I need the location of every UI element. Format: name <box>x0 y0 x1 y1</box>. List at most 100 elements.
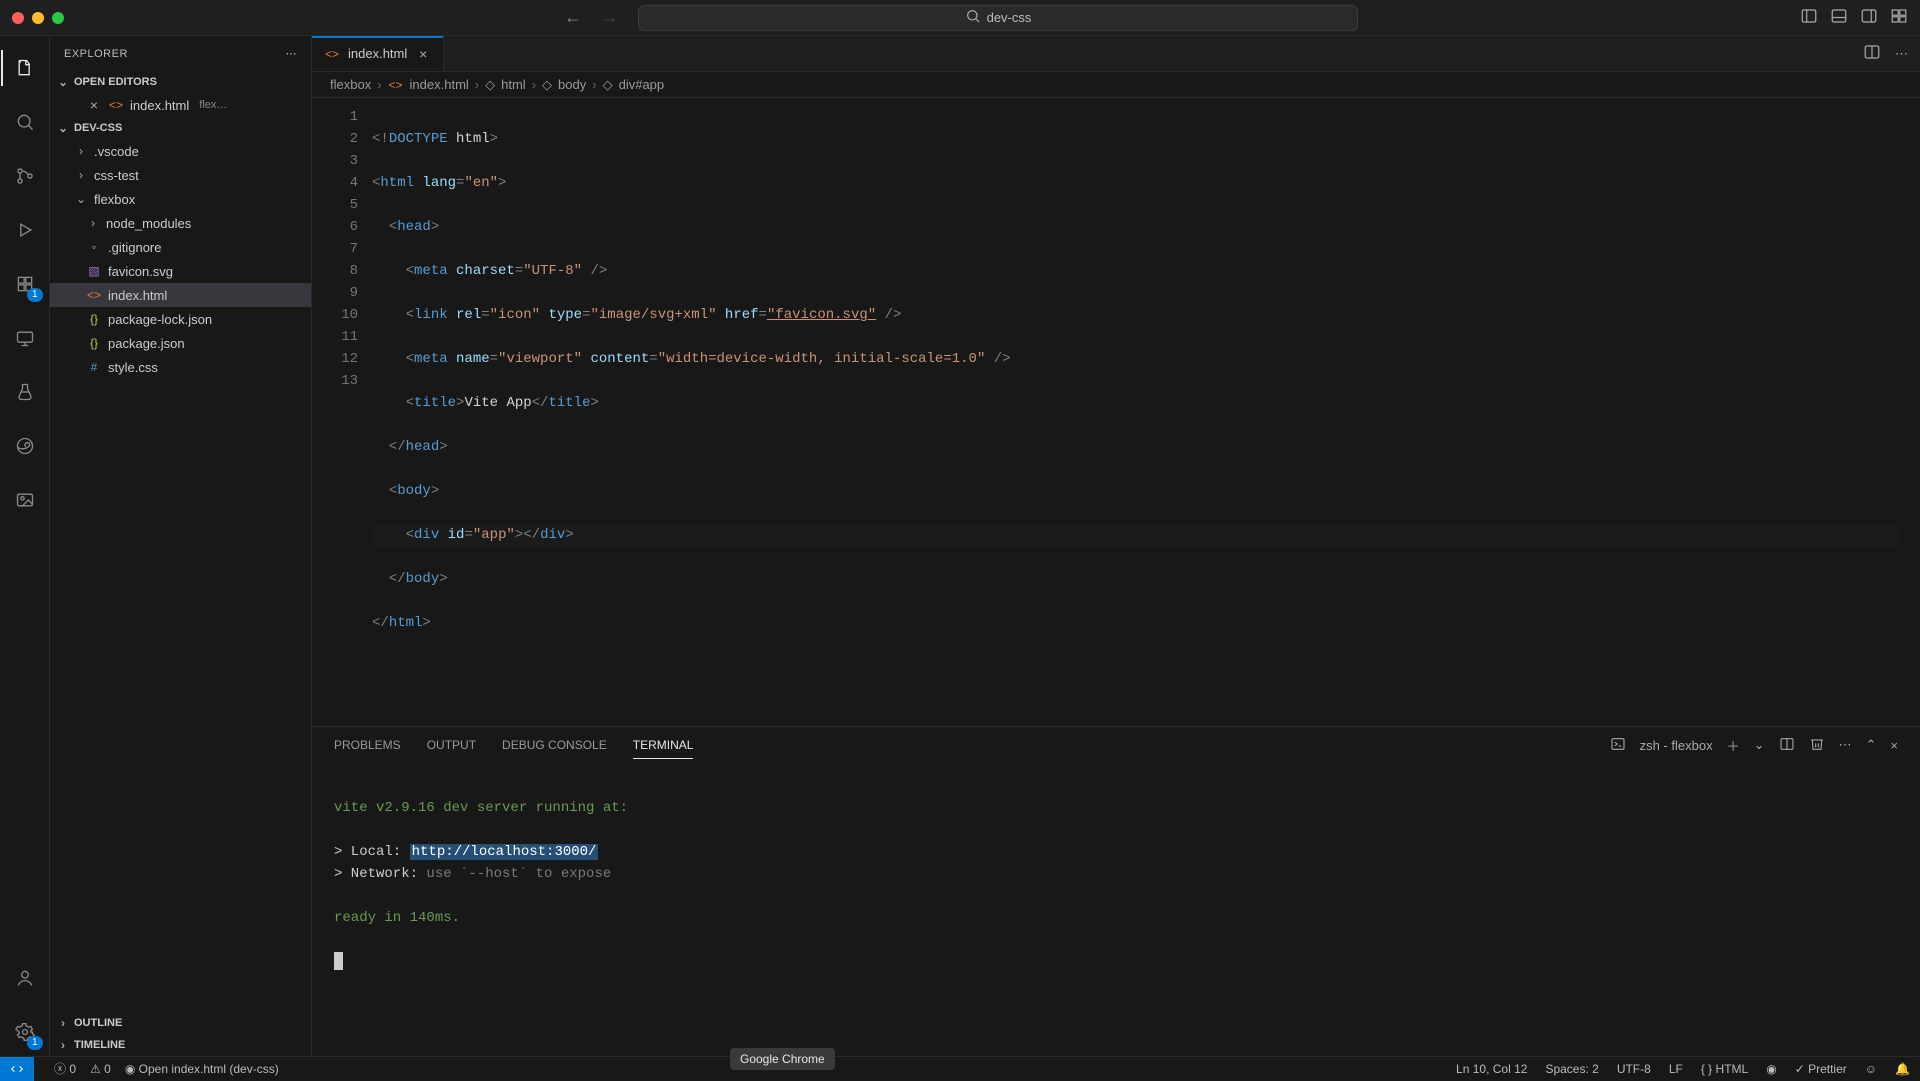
more-actions-icon[interactable]: ⋯ <box>1895 46 1908 62</box>
broadcast-icon: ◉ <box>1766 1062 1776 1076</box>
panel-tab-terminal[interactable]: TERMINAL <box>633 732 694 759</box>
braces-icon: { } <box>1701 1062 1712 1076</box>
breadcrumbs[interactable]: flexbox › <> index.html › ◇ html › ◇ bod… <box>312 72 1920 98</box>
testing-icon[interactable] <box>1 368 49 416</box>
editor-body[interactable]: 123 456 789 101112 13 <!DOCTYPE html> <h… <box>312 98 1920 726</box>
outline-header[interactable]: › OUTLINE <box>50 1012 311 1034</box>
extensions-icon[interactable]: 1 <box>1 260 49 308</box>
file-package-json[interactable]: {} package.json <box>50 331 311 355</box>
terminal-content[interactable]: vite v2.9.16 dev server running at: > Lo… <box>312 763 1920 1056</box>
file-index-html[interactable]: <> index.html <box>50 283 311 307</box>
timeline-header[interactable]: › TIMELINE <box>50 1034 311 1056</box>
explorer-view-icon[interactable] <box>1 44 49 92</box>
new-terminal-icon[interactable]: ＋ <box>1727 736 1740 755</box>
file-label: favicon.svg <box>108 264 173 279</box>
json-file-icon: {} <box>86 311 102 327</box>
customize-layout-icon[interactable] <box>1890 7 1908 28</box>
run-debug-icon[interactable] <box>1 206 49 254</box>
status-line-col[interactable]: Ln 10, Col 12 <box>1456 1062 1527 1076</box>
css-file-icon: # <box>86 359 102 375</box>
file-favicon[interactable]: ▧ favicon.svg <box>50 259 311 283</box>
dock-tooltip: Google Chrome <box>730 1048 835 1070</box>
split-editor-icon[interactable] <box>1863 43 1881 64</box>
status-errors[interactable]: ⓧ 0 <box>54 1060 76 1077</box>
crumb-file[interactable]: index.html <box>410 77 469 92</box>
source-control-icon[interactable] <box>1 152 49 200</box>
file-label: package-lock.json <box>108 312 212 327</box>
open-editors-label: OPEN EDITORS <box>74 76 157 88</box>
status-indent[interactable]: Spaces: 2 <box>1545 1062 1598 1076</box>
settings-badge: 1 <box>27 1036 43 1050</box>
maximize-panel-icon[interactable]: ⌃ <box>1866 737 1877 753</box>
minimize-window[interactable] <box>32 12 44 24</box>
folder-flexbox[interactable]: ⌄ flexbox <box>50 187 311 211</box>
code-content[interactable]: <!DOCTYPE html> <html lang="en"> <head> … <box>372 98 1900 726</box>
file-style-css[interactable]: # style.css <box>50 355 311 379</box>
status-encoding[interactable]: UTF-8 <box>1617 1062 1651 1076</box>
terminal-shell-icon <box>1610 736 1626 755</box>
status-open-html[interactable]: ◉ Open index.html (dev-css) <box>125 1062 279 1076</box>
nav-back-icon[interactable]: ← <box>564 7 582 28</box>
workspace-label: DEV-CSS <box>74 122 122 134</box>
folder-node-modules[interactable]: › node_modules <box>50 211 311 235</box>
open-editors-header[interactable]: ⌄ OPEN EDITORS <box>50 71 311 93</box>
folder-label: css-test <box>94 168 139 183</box>
toggle-primary-sidebar-icon[interactable] <box>1800 7 1818 28</box>
file-package-lock[interactable]: {} package-lock.json <box>50 307 311 331</box>
nav-forward-icon[interactable]: → <box>600 7 618 28</box>
settings-gear-icon[interactable]: 1 <box>1 1008 49 1056</box>
close-icon[interactable]: × <box>86 97 102 113</box>
crumb-folder[interactable]: flexbox <box>330 77 371 92</box>
remote-explorer-icon[interactable] <box>1 314 49 362</box>
crumb-divapp[interactable]: div#app <box>619 77 665 92</box>
html-file-icon: <> <box>324 46 340 62</box>
minimap[interactable] <box>1900 98 1920 726</box>
remote-indicator[interactable] <box>0 1057 34 1081</box>
sidebar-more-icon[interactable]: ⋯ <box>286 47 298 60</box>
status-warnings[interactable]: ⚠ 0 <box>90 1062 111 1076</box>
toggle-panel-icon[interactable] <box>1830 7 1848 28</box>
extensions-badge: 1 <box>27 288 43 302</box>
check-icon: ✓ <box>1795 1062 1805 1076</box>
more-actions-icon[interactable]: ⋯ <box>1839 737 1852 753</box>
folder-vscode[interactable]: › .vscode <box>50 139 311 163</box>
status-eol[interactable]: LF <box>1669 1062 1683 1076</box>
chevron-down-icon: ⌄ <box>56 75 70 89</box>
file-gitignore[interactable]: ◦ .gitignore <box>50 235 311 259</box>
edge-icon[interactable] <box>1 422 49 470</box>
status-go-live[interactable]: ◉ <box>1766 1062 1776 1076</box>
toggle-secondary-sidebar-icon[interactable] <box>1860 7 1878 28</box>
html-file-icon: <> <box>388 77 404 93</box>
close-window[interactable] <box>12 12 24 24</box>
terminal-dropdown-icon[interactable]: ⌄ <box>1754 737 1765 753</box>
chevron-down-icon: ⌄ <box>74 192 88 206</box>
close-panel-icon[interactable]: × <box>1890 738 1898 753</box>
crumb-body[interactable]: body <box>558 77 586 92</box>
status-feedback-icon[interactable]: ☺ <box>1865 1062 1877 1076</box>
crumb-html[interactable]: html <box>501 77 526 92</box>
terminal-cursor <box>334 952 343 970</box>
error-icon: ⓧ <box>54 1062 66 1076</box>
accounts-icon[interactable] <box>1 954 49 1002</box>
terminal-shell-label[interactable]: zsh - flexbox <box>1640 738 1713 753</box>
search-view-icon[interactable] <box>1 98 49 146</box>
status-prettier[interactable]: ✓ Prettier <box>1795 1062 1847 1076</box>
timeline-label: TIMELINE <box>74 1039 125 1051</box>
command-center[interactable]: dev-css <box>638 5 1358 31</box>
open-editor-item[interactable]: × <> index.html flex… <box>50 93 311 117</box>
status-language[interactable]: { } HTML <box>1701 1062 1748 1076</box>
tab-index-html[interactable]: <> index.html × <box>312 36 444 71</box>
zoom-window[interactable] <box>52 12 64 24</box>
close-icon[interactable]: × <box>415 46 431 62</box>
panel-tab-problems[interactable]: PROBLEMS <box>334 732 401 758</box>
folder-csstest[interactable]: › css-test <box>50 163 311 187</box>
status-bell-icon[interactable]: 🔔 <box>1895 1062 1910 1076</box>
panel-tab-output[interactable]: OUTPUT <box>427 732 476 758</box>
image-preview-icon[interactable] <box>1 476 49 524</box>
chevron-right-icon: › <box>377 77 381 92</box>
panel-tab-debug-console[interactable]: DEBUG CONSOLE <box>502 732 607 758</box>
workspace-header[interactable]: ⌄ DEV-CSS <box>50 117 311 139</box>
kill-terminal-icon[interactable] <box>1809 736 1825 755</box>
split-terminal-icon[interactable] <box>1779 736 1795 755</box>
folder-label: .vscode <box>94 144 139 159</box>
